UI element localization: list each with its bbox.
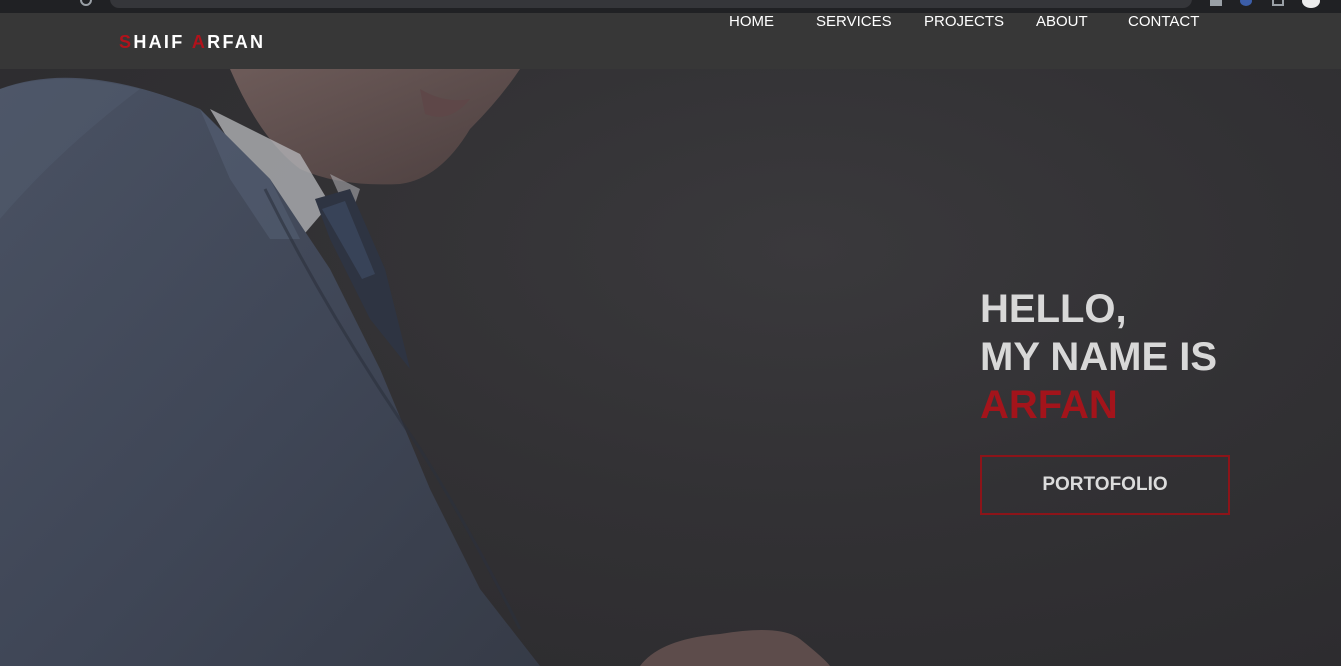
- hero-line-name-is: MY NAME IS: [980, 335, 1218, 379]
- brand-first-rest: HAIF: [133, 32, 185, 52]
- puzzle-icon[interactable]: [1272, 0, 1284, 6]
- nav-services[interactable]: SERVICES: [816, 13, 892, 30]
- hero-section: HELLO, MY NAME IS ARFAN PORTOFOLIO: [0, 69, 1341, 666]
- profile-icon[interactable]: [1240, 0, 1252, 6]
- nav-contact[interactable]: CONTACT: [1128, 13, 1199, 30]
- brand-first-initial: S: [119, 32, 134, 52]
- reload-icon[interactable]: [80, 0, 92, 6]
- nav-projects[interactable]: PROJECTS: [924, 13, 1004, 30]
- hero-heading: HELLO, MY NAME IS ARFAN: [980, 285, 1217, 429]
- back-icon[interactable]: [12, 0, 28, 8]
- hero-line-hello: HELLO,: [980, 287, 1127, 331]
- nav-home[interactable]: HOME: [729, 13, 774, 30]
- hero-name: ARFAN: [980, 383, 1118, 427]
- brand-last-rest: RFAN: [207, 32, 266, 52]
- brand-last-initial: A: [191, 32, 208, 52]
- browser-toolbar: [0, 0, 1341, 13]
- portfolio-button[interactable]: PORTOFOLIO: [980, 455, 1230, 515]
- brand-logo[interactable]: SHAIF ARFAN: [119, 32, 265, 53]
- forward-icon[interactable]: [44, 0, 60, 8]
- address-bar[interactable]: [110, 0, 1192, 8]
- navbar: SHAIF ARFAN HOME SERVICES PROJECTS ABOUT…: [0, 13, 1341, 69]
- account-avatar-icon[interactable]: [1302, 0, 1320, 8]
- extension-icon[interactable]: [1210, 0, 1222, 6]
- nav-about[interactable]: ABOUT: [1036, 13, 1088, 30]
